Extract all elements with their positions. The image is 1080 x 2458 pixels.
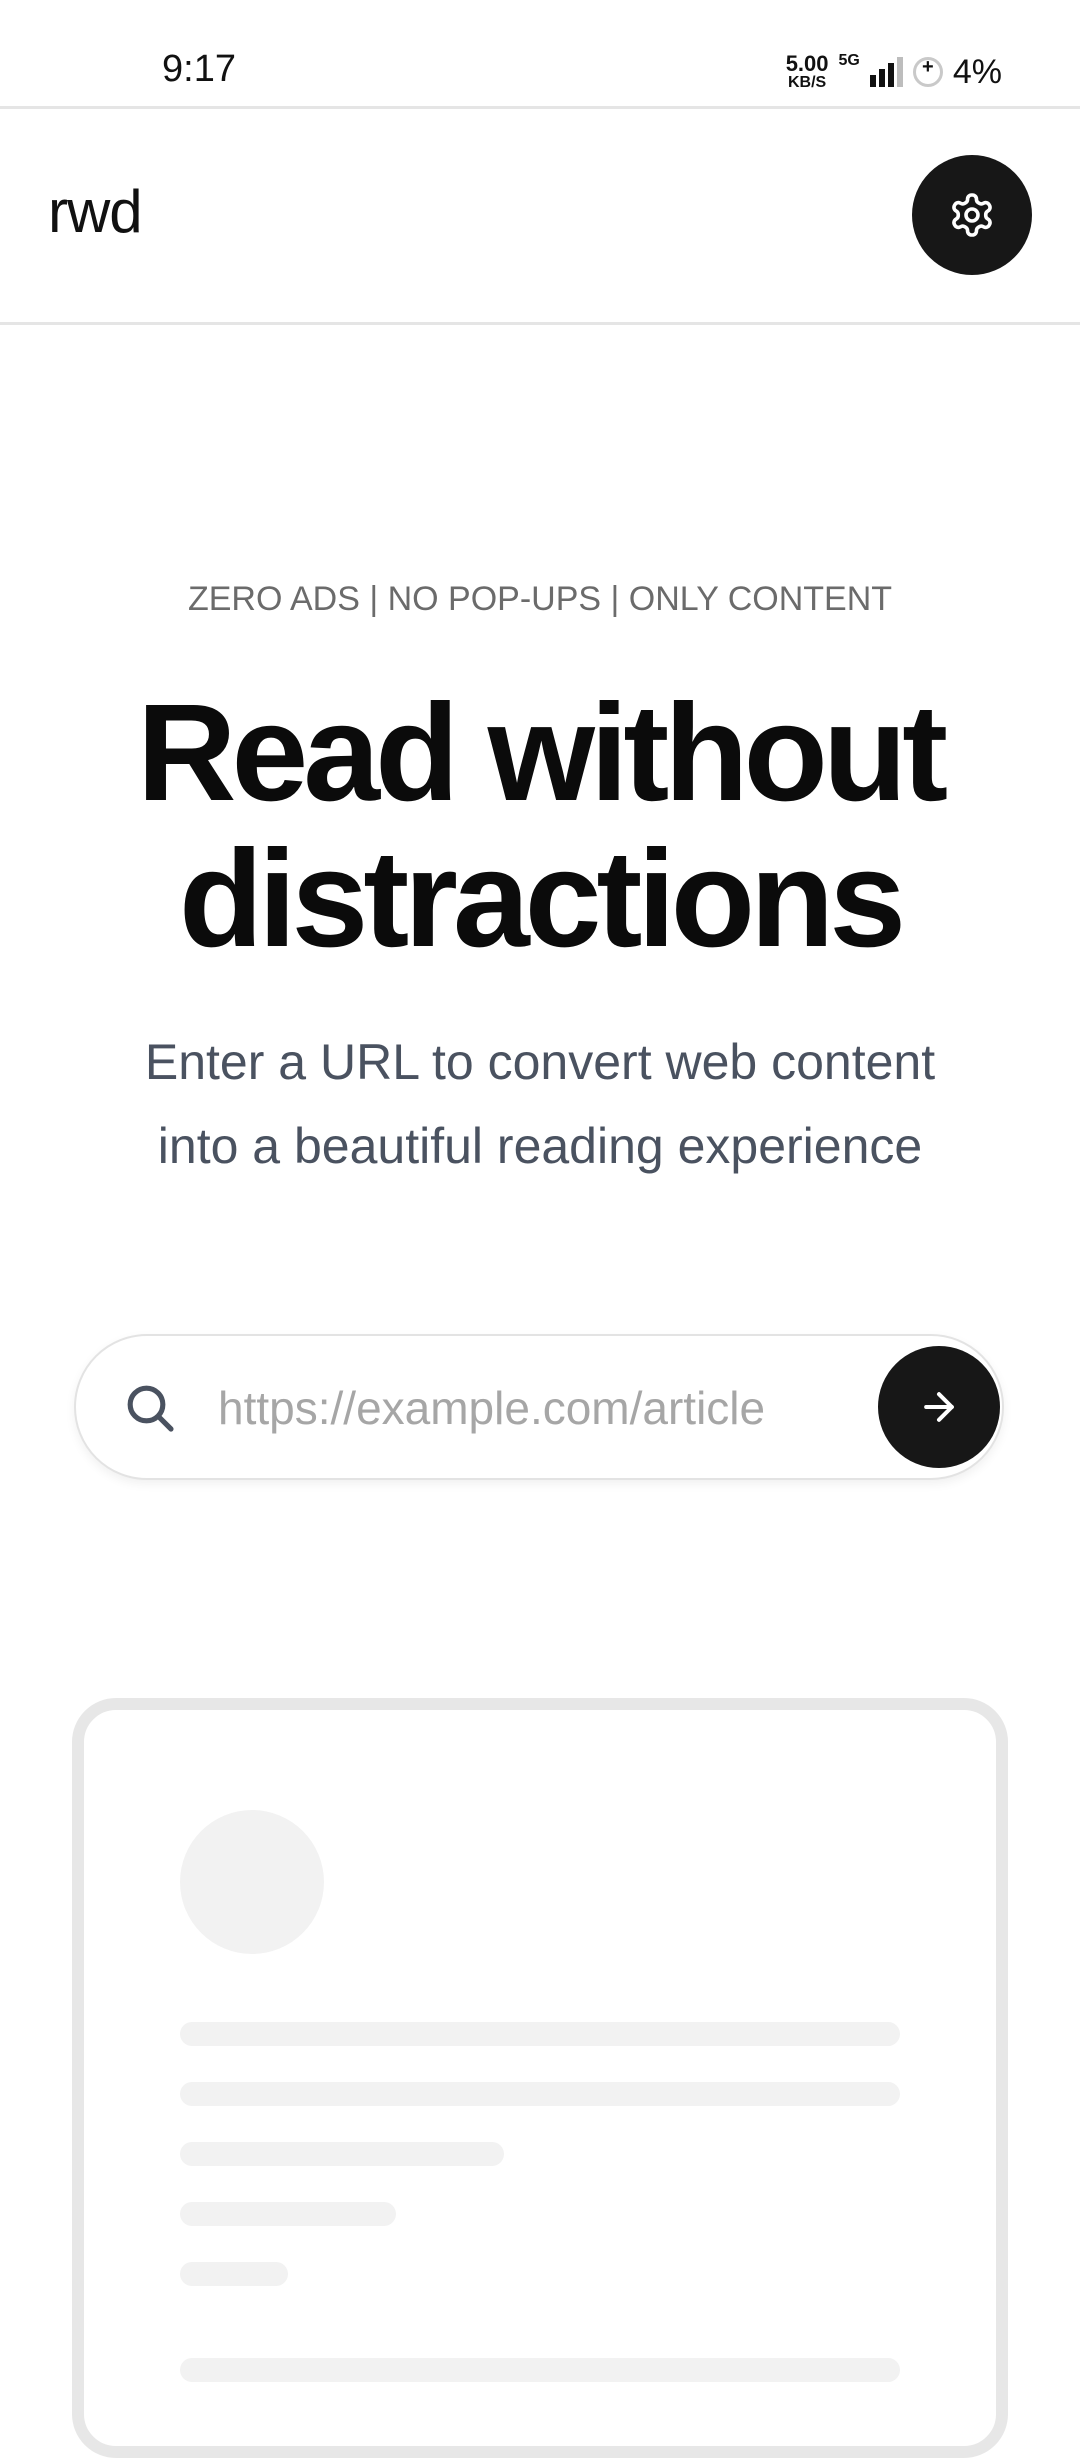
divider [0,322,1080,325]
app-header: rwd [0,109,1080,322]
page-subtitle-line1: Enter a URL to convert web content [144,1034,936,1090]
preview-card-skeleton [72,1698,1008,2458]
status-time: 9:17 [162,48,236,90]
search-icon [127,1385,174,1432]
network-speed-value: 5.00 [785,51,829,76]
network-speed: 5.00 KB/S [786,53,829,91]
battery-level: 4% [952,52,1002,91]
skeleton-line [180,2262,288,2286]
settings-button[interactable] [912,155,1032,275]
network-speed-unit: KB/S [787,74,827,91]
skeleton-line [180,2082,900,2106]
battery-saver-icon [912,56,943,87]
page-title-line2: distractions [178,822,906,976]
url-input[interactable] [218,1372,898,1444]
gear-icon [952,193,992,237]
arrow-right-icon [924,1392,954,1422]
network-type: 5G [838,52,860,69]
skeleton-line [180,2142,504,2166]
signal-icon [869,57,903,87]
page-title-line1: Read without [136,676,948,830]
skeleton-avatar [180,1810,324,1954]
app-logo[interactable]: rwd [48,177,143,246]
submit-url-button[interactable] [878,1346,1000,1468]
skeleton-line [180,2022,900,2046]
skeleton-line [180,2202,396,2226]
skeleton-line [180,2358,900,2382]
page-subtitle-line2: into a beautiful reading experience [157,1118,923,1174]
status-bar: 9:17 5.00 KB/S 5G 4% [0,0,1080,108]
tagline: ZERO ADS | NO POP-UPS | ONLY CONTENT [187,580,893,618]
status-icons: 5.00 KB/S 5G 4% [786,50,1002,94]
page-title: Read without distractions [0,680,1080,972]
url-search-bar[interactable] [74,1334,1004,1480]
page-subtitle: Enter a URL to convert web content into … [60,1020,1020,1188]
